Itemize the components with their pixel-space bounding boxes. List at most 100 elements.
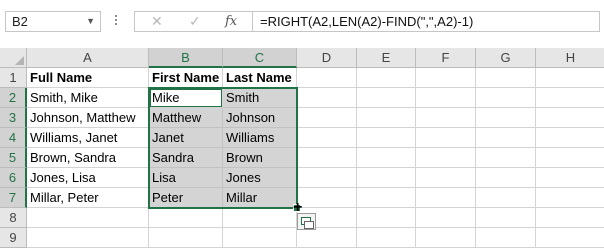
column-header-c[interactable]: C <box>223 48 297 68</box>
cell-f7[interactable] <box>416 188 476 208</box>
cell-a3[interactable]: Johnson, Matthew <box>27 108 149 128</box>
row-header-2[interactable]: 2 <box>0 88 27 108</box>
row-header-7[interactable]: 7 <box>0 188 27 208</box>
cell-c9[interactable] <box>223 228 297 248</box>
cell-b6[interactable]: Lisa <box>149 168 223 188</box>
row-header-9[interactable]: 9 <box>0 228 27 248</box>
cell-h5[interactable] <box>536 148 604 168</box>
cell-c2[interactable]: Smith <box>223 88 297 108</box>
cancel-icon[interactable]: ✕ <box>151 13 163 30</box>
cell-c5[interactable]: Brown <box>223 148 297 168</box>
enter-icon[interactable]: ✓ <box>189 13 201 30</box>
formula-buttons: ✕ ✓ fx <box>134 11 252 32</box>
quick-analysis-icon[interactable] <box>297 213 316 230</box>
row-header-8[interactable]: 8 <box>0 208 27 228</box>
cell-b3[interactable]: Matthew <box>149 108 223 128</box>
cell-f2[interactable] <box>416 88 476 108</box>
cell-h4[interactable] <box>536 128 604 148</box>
select-all-button[interactable] <box>0 48 27 68</box>
cell-b9[interactable] <box>149 228 223 248</box>
cell-g1[interactable] <box>476 68 536 88</box>
column-header-d[interactable]: D <box>297 48 357 68</box>
cell-d4[interactable] <box>297 128 357 148</box>
column-header-h[interactable]: H <box>536 48 604 68</box>
cell-f8[interactable] <box>416 208 476 228</box>
cell-f6[interactable] <box>416 168 476 188</box>
cell-c3[interactable]: Johnson <box>223 108 297 128</box>
cell-h2[interactable] <box>536 88 604 108</box>
cell-a5[interactable]: Brown, Sandra <box>27 148 149 168</box>
formula-bar: B2 ▼ ✕ ✓ fx =RIGHT(A2,LEN(A2)-FIND(",",A… <box>0 0 604 42</box>
cell-a4[interactable]: Williams, Janet <box>27 128 149 148</box>
cell-f4[interactable] <box>416 128 476 148</box>
cell-c6[interactable]: Jones <box>223 168 297 188</box>
column-header-f[interactable]: F <box>416 48 476 68</box>
cell-e7[interactable] <box>357 188 416 208</box>
cell-e1[interactable] <box>357 68 416 88</box>
column-header-a[interactable]: A <box>27 48 149 68</box>
cell-d9[interactable] <box>297 228 357 248</box>
row-header-1[interactable]: 1 <box>0 68 27 88</box>
cell-g9[interactable] <box>476 228 536 248</box>
cell-b4[interactable]: Janet <box>149 128 223 148</box>
cell-d3[interactable] <box>297 108 357 128</box>
cell-a9[interactable] <box>27 228 149 248</box>
cell-e4[interactable] <box>357 128 416 148</box>
cell-a2[interactable]: Smith, Mike <box>27 88 149 108</box>
row-header-4[interactable]: 4 <box>0 128 27 148</box>
row-header-3[interactable]: 3 <box>0 108 27 128</box>
formula-input[interactable]: =RIGHT(A2,LEN(A2)-FIND(",",A2)-1) <box>252 11 600 32</box>
row-header-6[interactable]: 6 <box>0 168 27 188</box>
cell-h3[interactable] <box>536 108 604 128</box>
cell-d7[interactable] <box>297 188 357 208</box>
cell-f9[interactable] <box>416 228 476 248</box>
resize-handle-icon[interactable] <box>115 13 119 29</box>
cell-e5[interactable] <box>357 148 416 168</box>
cell-h9[interactable] <box>536 228 604 248</box>
cell-d5[interactable] <box>297 148 357 168</box>
cell-a8[interactable] <box>27 208 149 228</box>
function-icon[interactable]: fx <box>225 13 237 30</box>
column-header-e[interactable]: E <box>357 48 416 68</box>
cell-f5[interactable] <box>416 148 476 168</box>
cell-c7[interactable]: Millar <box>223 188 297 208</box>
cell-g3[interactable] <box>476 108 536 128</box>
cell-d6[interactable] <box>297 168 357 188</box>
cell-e6[interactable] <box>357 168 416 188</box>
cell-c8[interactable] <box>223 208 297 228</box>
cell-b2[interactable]: Mike <box>149 88 223 108</box>
chevron-down-icon[interactable]: ▼ <box>86 12 95 31</box>
cell-g5[interactable] <box>476 148 536 168</box>
cell-e3[interactable] <box>357 108 416 128</box>
cell-d1[interactable] <box>297 68 357 88</box>
name-box[interactable]: B2 ▼ <box>5 11 101 32</box>
cell-c4[interactable]: Williams <box>223 128 297 148</box>
cell-h1[interactable] <box>536 68 604 88</box>
cell-g2[interactable] <box>476 88 536 108</box>
cell-c1[interactable]: Last Name <box>223 68 297 88</box>
cell-g7[interactable] <box>476 188 536 208</box>
column-header-b[interactable]: B <box>149 48 223 68</box>
cell-f1[interactable] <box>416 68 476 88</box>
cell-d2[interactable] <box>297 88 357 108</box>
cell-g8[interactable] <box>476 208 536 228</box>
row-header-5[interactable]: 5 <box>0 148 27 168</box>
cell-a6[interactable]: Jones, Lisa <box>27 168 149 188</box>
cell-g6[interactable] <box>476 168 536 188</box>
cell-h6[interactable] <box>536 168 604 188</box>
cell-h7[interactable] <box>536 188 604 208</box>
cell-f3[interactable] <box>416 108 476 128</box>
column-header-g[interactable]: G <box>476 48 536 68</box>
cell-h8[interactable] <box>536 208 604 228</box>
cell-e2[interactable] <box>357 88 416 108</box>
cell-b1[interactable]: First Name <box>149 68 223 88</box>
cell-b7[interactable]: Peter <box>149 188 223 208</box>
cell-b8[interactable] <box>149 208 223 228</box>
cell-e8[interactable] <box>357 208 416 228</box>
quick-analysis-glyph-back <box>304 221 314 229</box>
cell-e9[interactable] <box>357 228 416 248</box>
cell-a1[interactable]: Full Name <box>27 68 149 88</box>
cell-b5[interactable]: Sandra <box>149 148 223 168</box>
cell-g4[interactable] <box>476 128 536 148</box>
cell-a7[interactable]: Millar, Peter <box>27 188 149 208</box>
